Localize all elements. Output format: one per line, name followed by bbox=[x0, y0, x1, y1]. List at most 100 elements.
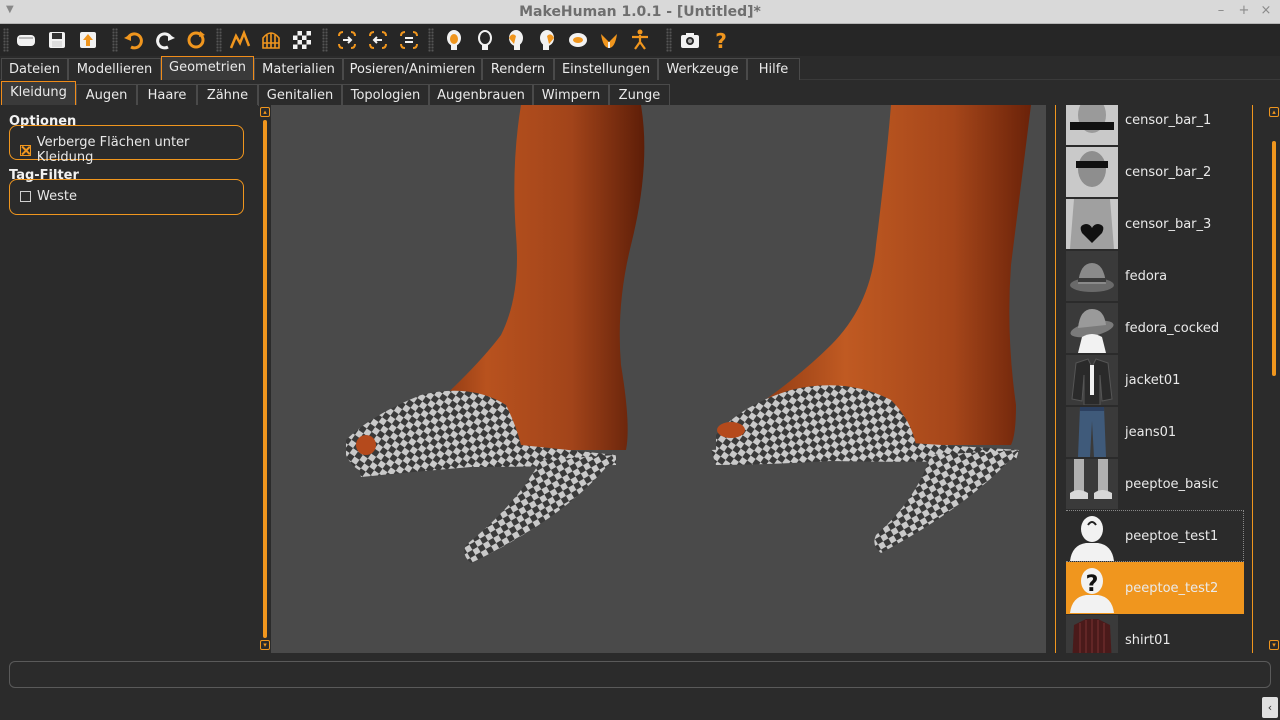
head-top-icon[interactable] bbox=[562, 26, 593, 54]
list-item-jacket01[interactable]: jacket01 bbox=[1066, 354, 1244, 406]
scroll-down-arrow[interactable]: ▾ bbox=[1269, 640, 1279, 650]
scroll-up-arrow[interactable]: ▴ bbox=[260, 107, 270, 117]
scroll-up-arrow[interactable]: ▴ bbox=[1269, 107, 1279, 117]
help-icon[interactable]: ? bbox=[705, 26, 736, 54]
head-right-icon[interactable] bbox=[531, 26, 562, 54]
list-item-label: censor_bar_2 bbox=[1125, 164, 1212, 180]
weste-label: Weste bbox=[37, 189, 77, 204]
file-toolbar bbox=[10, 26, 103, 54]
title-bar: ▼ MakeHuman 1.0.1 - [Untitled]* – + × bbox=[0, 0, 1280, 24]
toolbar: ? bbox=[0, 24, 1280, 56]
list-item-fedora-cocked[interactable]: fedora_cocked bbox=[1066, 302, 1244, 354]
screenshot-icon[interactable] bbox=[674, 26, 705, 54]
left-panel: Optionen Verberge Flächen unter Kleidung… bbox=[0, 105, 258, 653]
options-group: Verberge Flächen unter Kleidung bbox=[9, 125, 244, 165]
list-item-censor-bar-1[interactable]: censor_bar_1 bbox=[1066, 105, 1244, 146]
subtab-kleidung[interactable]: Kleidung bbox=[1, 81, 76, 105]
collapse-arrow-icon[interactable]: ‹ bbox=[1262, 697, 1278, 718]
toolbar-grip[interactable] bbox=[216, 28, 222, 52]
subtab-topologien[interactable]: Topologien bbox=[342, 84, 429, 106]
tab-dateien[interactable]: Dateien bbox=[1, 58, 68, 80]
tab-werkzeuge[interactable]: Werkzeuge bbox=[658, 58, 747, 80]
tools-toolbar: ? bbox=[674, 26, 736, 54]
toolbar-grip[interactable] bbox=[428, 28, 434, 52]
tab-geometrien[interactable]: Geometrien bbox=[161, 56, 254, 80]
smooth-icon[interactable] bbox=[224, 26, 255, 54]
head-back-icon[interactable] bbox=[469, 26, 500, 54]
minimize-button[interactable]: – bbox=[1214, 3, 1228, 18]
tag-filter-group: Weste bbox=[9, 179, 244, 215]
edit-toolbar bbox=[118, 26, 211, 54]
model-render bbox=[346, 105, 1031, 563]
scroll-down-arrow[interactable]: ▾ bbox=[260, 640, 270, 650]
list-item-fedora[interactable]: fedora bbox=[1066, 250, 1244, 302]
save-icon[interactable] bbox=[41, 26, 72, 54]
list-item-label: jacket01 bbox=[1125, 372, 1181, 388]
tab-hilfe[interactable]: Hilfe bbox=[747, 58, 800, 80]
subtab-zaehne[interactable]: Zähne bbox=[197, 84, 258, 106]
placeholder-thumbnail bbox=[1066, 511, 1118, 561]
head-left-icon[interactable] bbox=[500, 26, 531, 54]
censor-bar-thumbnail bbox=[1066, 105, 1118, 145]
weste-checkbox[interactable] bbox=[20, 191, 31, 202]
hide-faces-checkbox[interactable] bbox=[20, 144, 31, 156]
scroll-thumb[interactable] bbox=[1272, 141, 1276, 376]
maximize-button[interactable]: + bbox=[1237, 3, 1251, 18]
tab-materialien[interactable]: Materialien bbox=[254, 58, 343, 80]
right-scrollbar[interactable]: ▴ ▾ bbox=[1268, 106, 1280, 652]
censor-bar-thumbnail bbox=[1066, 147, 1118, 197]
reset-icon[interactable] bbox=[180, 26, 211, 54]
export-icon[interactable] bbox=[72, 26, 103, 54]
shirt-thumbnail bbox=[1066, 615, 1118, 653]
load-icon[interactable] bbox=[10, 26, 41, 54]
toolbar-grip[interactable] bbox=[322, 28, 328, 52]
list-item-jeans01[interactable]: jeans01 bbox=[1066, 406, 1244, 458]
list-frame-border bbox=[1252, 105, 1253, 653]
list-item-peeptoe-test1[interactable]: peeptoe_test1 bbox=[1066, 510, 1244, 562]
front-view-icon[interactable] bbox=[331, 26, 362, 54]
3d-viewport[interactable] bbox=[271, 105, 1046, 653]
weste-checkbox-row[interactable]: Weste bbox=[20, 189, 77, 204]
list-item-label: jeans01 bbox=[1125, 424, 1177, 440]
head-view-toolbar bbox=[438, 26, 655, 54]
sub-tab-bar: Kleidung Augen Haare Zähne Genitalien To… bbox=[0, 81, 1280, 106]
side-view-icon[interactable] bbox=[393, 26, 424, 54]
jeans-thumbnail bbox=[1066, 407, 1118, 457]
undo-icon[interactable] bbox=[118, 26, 149, 54]
list-item-label: censor_bar_1 bbox=[1125, 112, 1212, 128]
toolbar-grip[interactable] bbox=[666, 28, 672, 52]
tab-modellieren[interactable]: Modellieren bbox=[68, 58, 161, 80]
list-item-peeptoe-basic[interactable]: peeptoe_basic bbox=[1066, 458, 1244, 510]
list-item-shirt01[interactable]: shirt01 bbox=[1066, 614, 1244, 653]
close-button[interactable]: × bbox=[1259, 3, 1273, 18]
list-item-censor-bar-3[interactable]: censor_bar_3 bbox=[1066, 198, 1244, 250]
redo-icon[interactable] bbox=[149, 26, 180, 54]
tab-rendern[interactable]: Rendern bbox=[482, 58, 554, 80]
subtab-augenbrauen[interactable]: Augenbrauen bbox=[429, 84, 533, 106]
placeholder-thumbnail: ? bbox=[1066, 563, 1118, 613]
subtab-haare[interactable]: Haare bbox=[137, 84, 197, 106]
hide-faces-checkbox-row[interactable]: Verberge Flächen unter Kleidung bbox=[20, 135, 243, 165]
scroll-thumb[interactable] bbox=[263, 120, 267, 638]
toolbar-grip[interactable] bbox=[3, 28, 9, 52]
wireframe-icon[interactable] bbox=[255, 26, 286, 54]
jacket-thumbnail bbox=[1066, 355, 1118, 405]
pose-icon[interactable] bbox=[624, 26, 655, 54]
left-scrollbar[interactable]: ▴ ▾ bbox=[259, 106, 271, 652]
subtab-genitalien[interactable]: Genitalien bbox=[258, 84, 342, 106]
tab-posieren-animieren[interactable]: Posieren/Animieren bbox=[343, 58, 482, 80]
subtab-zunge[interactable]: Zunge bbox=[609, 84, 670, 106]
head-bottom-icon[interactable] bbox=[593, 26, 624, 54]
back-view-icon[interactable] bbox=[362, 26, 393, 54]
subtab-augen[interactable]: Augen bbox=[76, 84, 137, 106]
checker-icon[interactable] bbox=[286, 26, 317, 54]
subtab-wimpern[interactable]: Wimpern bbox=[533, 84, 609, 106]
tab-einstellungen[interactable]: Einstellungen bbox=[554, 58, 658, 80]
list-item-censor-bar-2[interactable]: censor_bar_2 bbox=[1066, 146, 1244, 198]
list-item-peeptoe-test2[interactable]: ? peeptoe_test2 bbox=[1066, 562, 1244, 614]
head-front-icon[interactable] bbox=[438, 26, 469, 54]
list-item-label: censor_bar_3 bbox=[1125, 216, 1212, 232]
view-mode-toolbar bbox=[224, 26, 317, 54]
svg-text:?: ? bbox=[1086, 572, 1099, 597]
hat-thumbnail bbox=[1066, 303, 1118, 353]
